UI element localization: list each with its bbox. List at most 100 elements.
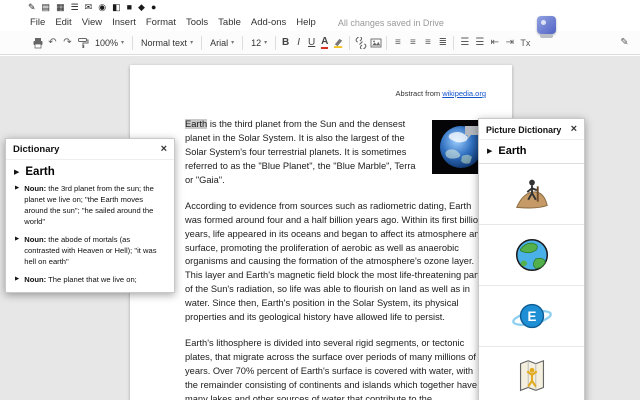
hiker-clipart [515,179,548,209]
entry-triangle-icon[interactable]: ▶ [15,276,19,285]
camera-icon[interactable]: ◉ [98,2,106,12]
highlight-color-button[interactable] [331,37,346,48]
chevron-down-icon: ▾ [121,40,125,46]
abstract-line: Abstract from wikipedia.org [185,89,486,98]
dictionary-panel-title: Dictionary [13,144,60,155]
picture-dictionary-title: Picture Dictionary [486,124,562,135]
insert-image-icon[interactable] [368,37,383,49]
close-icon[interactable]: × [571,124,577,135]
dictionary-entry: ▶ Noun: The planet that we live on; [6,274,174,285]
wikipedia-link[interactable]: wikipedia.org [442,89,486,98]
bold-button[interactable]: B [279,37,292,48]
picture-dictionary-panel: Picture Dictionary × ▶ Earth E [478,118,585,400]
italic-button[interactable]: I [292,37,305,48]
bulleted-list-icon[interactable]: ☰ [472,37,487,48]
toolbar-separator [386,35,388,50]
entry-definition: The planet that we live on; [46,275,137,284]
entry-triangle-icon[interactable]: ▶ [15,236,19,267]
paragraph-1: Earth is the third planet from the Sun a… [185,118,486,188]
diamond-icon[interactable]: ◆ [138,2,145,12]
document-page[interactable]: Abstract from wikipedia.org Earth is the [130,65,512,400]
entry-pos: Noun: [24,184,47,193]
picture-result-hiker[interactable] [479,164,584,225]
editing-mode-pencil-icon[interactable]: ✎ [617,37,632,48]
toolbar-separator [132,35,134,50]
numbered-list-icon[interactable]: ☰ [457,37,472,48]
dictionary-word: Earth [25,166,55,178]
toolbar-separator [349,35,351,50]
square-icon[interactable]: ■ [127,2,132,12]
align-right-icon[interactable]: ≡ [420,37,435,48]
abstract-prefix: Abstract from [395,89,443,98]
dictionary-word-row: ▶ Earth [6,160,174,183]
picture-dictionary-header: Picture Dictionary × [479,119,584,140]
entry-pos: Noun: [24,235,47,244]
selected-word[interactable]: Earth [185,119,208,129]
entry-pos: Noun: [24,275,47,284]
align-left-icon[interactable]: ≡ [390,37,405,48]
chevron-down-icon: ▾ [264,40,268,46]
line-spacing-icon[interactable]: ≣ [435,37,450,48]
menu-tools[interactable]: Tools [186,17,208,28]
zoom-value: 100% [95,37,119,48]
paragraph-style-select[interactable]: Normal text ▾ [136,38,198,48]
close-icon[interactable]: × [161,144,167,155]
play-triangle-icon[interactable]: ▶ [14,168,19,176]
picture-word: Earth [498,145,527,157]
align-center-icon[interactable]: ≡ [405,37,420,48]
planet-e-clipart: E [511,303,552,329]
menu-addons[interactable]: Add-ons [251,17,286,28]
paint-format-icon[interactable] [75,37,90,49]
picture-result-planet-e[interactable]: E [479,286,584,347]
clear-formatting-button[interactable]: Tx [520,38,530,48]
picture-result-map-figure[interactable] [479,347,584,400]
menu-file[interactable]: File [30,17,45,28]
print-icon[interactable] [30,37,45,49]
toolbar-separator [242,35,244,50]
mail-icon[interactable]: ✉ [85,2,93,12]
save-status: All changes saved in Drive [337,17,444,28]
picture-word-row: ▶ Earth [479,140,584,164]
toolbar-separator [275,35,277,50]
picture-result-globe[interactable] [479,225,584,286]
paragraph-style-value: Normal text [141,37,188,48]
undo-icon[interactable]: ↶ [45,37,60,48]
dictionary-panel-header: Dictionary × [6,139,174,160]
browser-extension-row: ✎ ▤ ▦ ☰ ✉ ◉ ◧ ■ ◆ ● [0,0,640,14]
text-color-button[interactable]: A [321,36,329,49]
active-extension-icon[interactable] [537,16,556,38]
font-size-select[interactable]: 12 ▾ [246,38,272,48]
dictionary-entry: ▶ Noun: the 3rd planet from the sun; the… [6,183,174,227]
menu-table[interactable]: Table [218,17,241,28]
map-figure-clipart [519,359,544,392]
paragraph-2: According to evidence from sources such … [185,200,485,323]
globe-clipart [515,238,548,272]
book-icon[interactable]: ▤ [42,2,51,12]
menu-icon[interactable]: ☰ [71,2,79,12]
underline-button[interactable]: U [305,37,318,48]
google-docs-app: ✎ ▤ ▦ ☰ ✉ ◉ ◧ ■ ◆ ● File Edit View Inser… [0,0,640,400]
paragraph-1-text: is the third planet from the Sun and the… [185,119,416,185]
chart-icon[interactable]: ◧ [112,2,121,12]
menu-view[interactable]: View [82,17,102,28]
font-select[interactable]: Arial ▾ [205,38,239,48]
outdent-icon[interactable]: ⇤ [487,37,502,48]
chevron-down-icon: ▾ [190,40,194,46]
menu-format[interactable]: Format [146,17,176,28]
menu-insert[interactable]: Insert [112,17,136,28]
play-triangle-icon[interactable]: ▶ [487,147,492,155]
chevron-down-icon: ▾ [231,40,235,46]
menu-help[interactable]: Help [296,17,316,28]
grid-icon[interactable]: ▦ [56,2,65,12]
dictionary-panel: Dictionary × ▶ Earth ▶ Noun: the 3rd pla… [5,138,175,293]
zoom-select[interactable]: 100% ▾ [90,38,129,48]
font-value: Arial [210,37,229,48]
redo-icon[interactable]: ↷ [60,37,75,48]
dot-icon[interactable]: ● [151,2,156,12]
insert-link-icon[interactable] [353,35,368,50]
toolbar-separator [201,35,203,50]
pencil-icon[interactable]: ✎ [28,2,36,12]
menu-edit[interactable]: Edit [55,17,71,28]
indent-icon[interactable]: ⇥ [502,37,517,48]
entry-triangle-icon[interactable]: ▶ [15,185,19,227]
